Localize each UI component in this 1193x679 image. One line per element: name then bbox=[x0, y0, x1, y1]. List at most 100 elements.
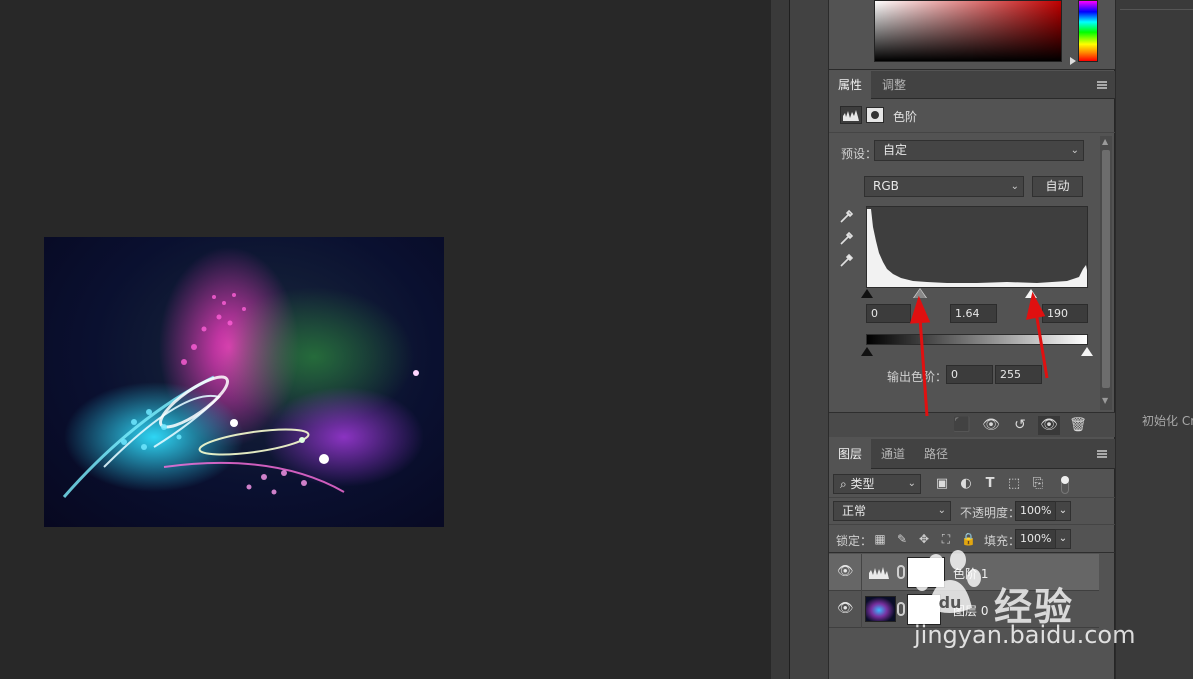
lock-transparency-icon[interactable]: ▦ bbox=[873, 532, 887, 546]
scroll-thumb[interactable] bbox=[1102, 150, 1110, 388]
layer-mask-thumbnail[interactable] bbox=[907, 557, 945, 588]
image-layer-thumbnail bbox=[865, 596, 896, 622]
scroll-up-icon[interactable]: ▲ bbox=[1102, 137, 1108, 146]
shape-layer-filter-icon[interactable]: ⬚ bbox=[1006, 476, 1022, 492]
tab-paths[interactable]: 路径 bbox=[915, 439, 957, 469]
lock-all-icon[interactable]: 🔒 bbox=[961, 532, 976, 546]
lock-artboard-icon[interactable]: ⛶ bbox=[939, 532, 953, 546]
layer-row-levels[interactable]: 👁 色阶 1 bbox=[829, 554, 1099, 591]
eye-column-divider bbox=[861, 591, 862, 628]
panel-menu-icon[interactable] bbox=[1097, 81, 1107, 89]
color-panel bbox=[829, 0, 1115, 70]
collapsed-panel-dock[interactable] bbox=[789, 0, 829, 679]
opacity-label: 不透明度： bbox=[960, 506, 1021, 520]
document-canvas[interactable] bbox=[0, 0, 771, 679]
output-white-slider[interactable] bbox=[1081, 347, 1093, 356]
layers-menu-icon[interactable] bbox=[1097, 450, 1107, 458]
input-white-field[interactable]: 190 bbox=[1042, 304, 1088, 323]
input-gamma-slider[interactable] bbox=[914, 289, 926, 298]
layer-name[interactable]: 色阶 1 bbox=[953, 565, 988, 582]
clip-to-layer-icon[interactable]: ⬛ bbox=[951, 416, 973, 435]
abstract-light-artwork bbox=[62, 247, 424, 498]
layer-mask-icon[interactable] bbox=[866, 107, 884, 123]
output-gradient-bar bbox=[866, 334, 1088, 345]
pixel-layer-filter-icon[interactable]: ▣ bbox=[934, 476, 950, 492]
chevron-down-icon: ⌄ bbox=[1010, 181, 1019, 192]
chevron-down-icon: ⌄ bbox=[907, 478, 916, 489]
white-point-eyedropper-icon[interactable] bbox=[839, 252, 855, 268]
document-image[interactable] bbox=[44, 237, 444, 527]
layer-name[interactable]: 图层 0 bbox=[953, 602, 988, 619]
input-black-field[interactable]: 0 bbox=[866, 304, 911, 323]
channel-select[interactable]: RGB ⌄ bbox=[864, 176, 1024, 197]
reset-icon[interactable]: ↺ bbox=[1009, 416, 1031, 435]
filter-toggle[interactable] bbox=[1061, 476, 1069, 494]
lock-row: 锁定： ▦ ✎ ✥ ⛶ 🔒 填充： 100% ⌄ bbox=[829, 525, 1115, 553]
output-levels-label: 输出色阶： bbox=[887, 370, 948, 384]
scroll-down-icon[interactable]: ▼ bbox=[1102, 396, 1108, 405]
fill-field[interactable]: 100% bbox=[1015, 529, 1057, 549]
output-black-field[interactable]: 0 bbox=[946, 365, 993, 384]
preset-select[interactable]: 自定 ⌄ bbox=[874, 140, 1084, 161]
black-point-eyedropper-icon[interactable] bbox=[839, 208, 855, 224]
adjustment-layer-filter-icon[interactable]: ◐ bbox=[958, 476, 974, 492]
lock-position-move-icon[interactable]: ✥ bbox=[917, 532, 931, 546]
mask-link-chain-icon[interactable] bbox=[897, 565, 905, 579]
properties-header: 色阶 bbox=[829, 99, 1115, 133]
input-gamma-field[interactable]: 1.64 bbox=[950, 304, 997, 323]
smart-object-filter-icon[interactable]: ⎘ bbox=[1030, 476, 1046, 492]
chevron-down-icon: ⌄ bbox=[1070, 145, 1079, 156]
layers-tabbar: 图层 通道 路径 bbox=[829, 439, 1115, 469]
levels-icon[interactable] bbox=[840, 106, 862, 124]
tab-channels[interactable]: 通道 bbox=[872, 439, 914, 469]
lock-pixels-brush-icon[interactable]: ✎ bbox=[895, 532, 909, 546]
blend-row: 正常 ⌄ 不透明度： 100% ⌄ bbox=[829, 498, 1115, 525]
histogram-graph bbox=[867, 209, 1087, 287]
color-saturation-field[interactable] bbox=[874, 0, 1062, 62]
lock-label: 锁定： bbox=[836, 534, 873, 548]
right-dock-top-strip bbox=[1120, 0, 1193, 10]
tab-properties[interactable]: 属性 bbox=[829, 71, 872, 99]
mask-link-chain-icon[interactable] bbox=[897, 602, 905, 616]
layer-mask-thumbnail[interactable] bbox=[907, 594, 941, 625]
preset-label: 预设： bbox=[841, 147, 878, 161]
blend-mode-select[interactable]: 正常 ⌄ bbox=[833, 501, 951, 521]
type-layer-filter-icon[interactable]: T bbox=[982, 476, 998, 492]
panels-column: 属性 调整 色阶 预设： 自定 ⌄ RGB ⌄ 自动 0 1.64 190 输出… bbox=[829, 0, 1115, 679]
gray-point-eyedropper-icon[interactable] bbox=[839, 230, 855, 246]
output-black-slider[interactable] bbox=[861, 347, 873, 356]
visibility-eye-icon[interactable]: 👁 bbox=[837, 602, 854, 616]
init-text: 初始化 Cr bbox=[1142, 414, 1193, 428]
view-previous-state-icon[interactable]: 👁 bbox=[980, 416, 1002, 435]
eye-column-divider bbox=[861, 554, 862, 591]
filter-kind-select[interactable]: ⌕ 类型 ⌄ bbox=[833, 474, 921, 494]
properties-tabbar: 属性 调整 bbox=[829, 71, 1115, 99]
blend-mode-value: 正常 bbox=[842, 504, 867, 518]
visibility-eye-icon[interactable]: 👁 bbox=[837, 565, 854, 579]
canvas-scrollbar[interactable] bbox=[771, 0, 789, 679]
layer-row-image[interactable]: 👁 图层 0 bbox=[829, 591, 1099, 628]
delete-adjustment-icon[interactable]: 🗑 bbox=[1067, 416, 1089, 435]
chevron-down-icon: ⌄ bbox=[937, 505, 946, 516]
opacity-dropdown-chevron-icon[interactable]: ⌄ bbox=[1055, 501, 1071, 521]
adjustment-title: 色阶 bbox=[893, 110, 918, 124]
filter-kind-value: 类型 bbox=[850, 477, 875, 491]
preset-value: 自定 bbox=[883, 143, 908, 157]
hue-marker-icon[interactable] bbox=[1070, 57, 1076, 65]
properties-scrollbar[interactable]: ▲ ▼ bbox=[1100, 136, 1112, 410]
opacity-field[interactable]: 100% bbox=[1015, 501, 1057, 521]
input-black-slider[interactable] bbox=[861, 289, 873, 298]
search-icon: ⌕ bbox=[840, 477, 851, 491]
hue-slider[interactable] bbox=[1078, 0, 1098, 62]
tab-adjustments[interactable]: 调整 bbox=[873, 71, 915, 99]
levels-histogram bbox=[866, 206, 1088, 288]
tab-layers[interactable]: 图层 bbox=[829, 439, 872, 469]
levels-adjustment-thumbnail-icon bbox=[869, 567, 889, 579]
properties-footer: ⬛ 👁 ↺ 👁 🗑 bbox=[829, 412, 1115, 437]
output-white-field[interactable]: 255 bbox=[995, 365, 1042, 384]
input-white-slider[interactable] bbox=[1025, 289, 1037, 298]
channel-value: RGB bbox=[873, 179, 899, 193]
toggle-visibility-icon[interactable]: 👁 bbox=[1038, 416, 1060, 435]
fill-dropdown-chevron-icon[interactable]: ⌄ bbox=[1055, 529, 1071, 549]
auto-button[interactable]: 自动 bbox=[1032, 176, 1083, 197]
